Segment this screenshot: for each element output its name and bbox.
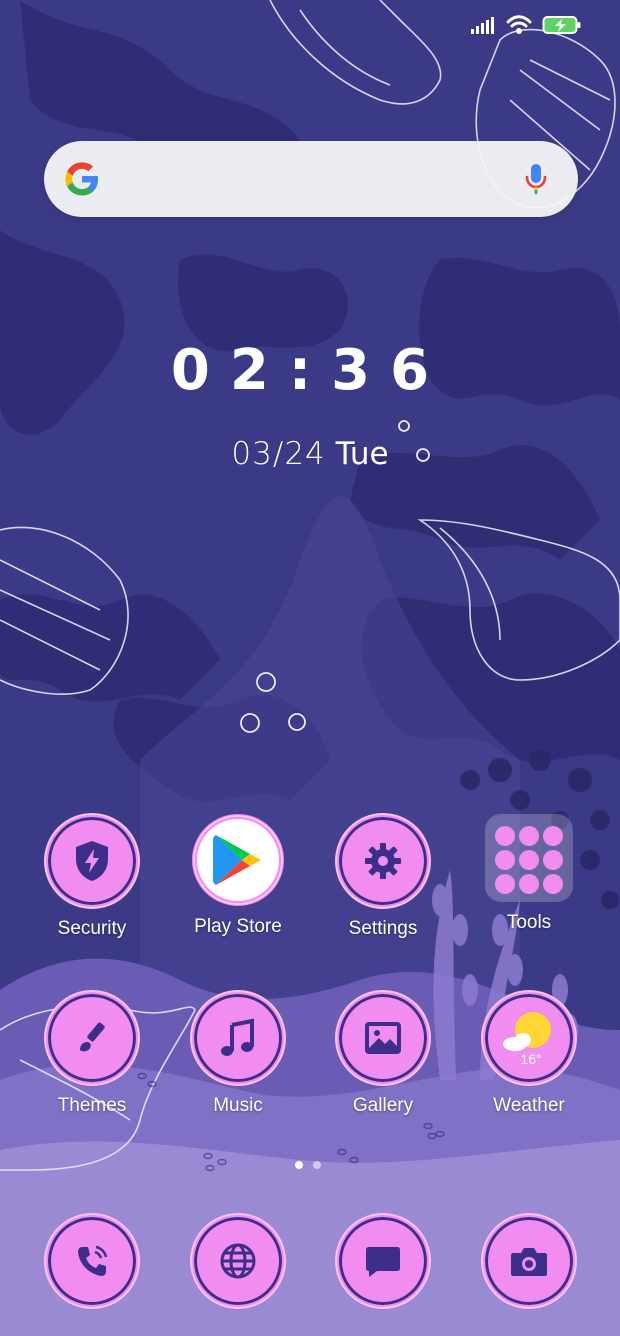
signal-icon bbox=[471, 17, 494, 34]
app-label: Themes bbox=[57, 1095, 127, 1116]
globe-icon bbox=[220, 1243, 256, 1279]
date-label[interactable]: 03/24 Tue bbox=[0, 436, 620, 472]
app-label: Music bbox=[213, 1095, 263, 1116]
app-label: Settings bbox=[348, 918, 418, 939]
mini-app-icon bbox=[519, 826, 539, 846]
app-music[interactable]: Music bbox=[168, 990, 308, 1117]
play-store-app-icon bbox=[192, 814, 284, 906]
music-note-icon bbox=[221, 1018, 254, 1056]
folder-tools[interactable]: Tools bbox=[459, 814, 599, 934]
shield-bolt-icon bbox=[76, 841, 108, 881]
app-security[interactable]: Security bbox=[22, 813, 162, 940]
message-icon bbox=[366, 1247, 400, 1277]
dock-phone[interactable] bbox=[22, 1213, 162, 1309]
weekday-value: Tue bbox=[335, 436, 389, 472]
paintbrush-icon bbox=[80, 1022, 105, 1052]
app-label: Weather bbox=[493, 1095, 565, 1116]
security-app-icon bbox=[44, 813, 140, 909]
wifi-icon bbox=[506, 15, 532, 34]
app-label: Tools bbox=[506, 912, 552, 933]
google-g-icon bbox=[65, 162, 98, 196]
camera-app-icon bbox=[481, 1213, 577, 1309]
phone-icon bbox=[78, 1245, 108, 1276]
settings-app-icon bbox=[335, 813, 431, 909]
browser-app-icon bbox=[190, 1213, 286, 1309]
microphone-icon[interactable] bbox=[524, 162, 548, 196]
mini-app-icon bbox=[495, 874, 515, 894]
clock-widget[interactable]: 02:36 bbox=[0, 338, 620, 403]
app-label: Play Store bbox=[194, 916, 282, 937]
battery-charging-icon bbox=[542, 16, 581, 34]
mini-app-icon bbox=[543, 826, 563, 846]
google-search-bar[interactable] bbox=[44, 141, 578, 217]
themes-app-icon bbox=[44, 990, 140, 1086]
mini-app-icon bbox=[519, 850, 539, 870]
page-dot[interactable] bbox=[313, 1161, 321, 1169]
weather-icon: 16° bbox=[503, 1012, 551, 1067]
page-indicator bbox=[295, 1161, 321, 1169]
page-dot-active[interactable] bbox=[295, 1161, 303, 1169]
app-weather[interactable]: 16° Weather bbox=[459, 990, 599, 1117]
folder-icon bbox=[485, 814, 573, 902]
app-themes[interactable]: Themes bbox=[22, 990, 162, 1117]
dock-messages[interactable] bbox=[313, 1213, 453, 1309]
app-gallery[interactable]: Gallery bbox=[313, 990, 453, 1117]
weather-temp: 16° bbox=[520, 1051, 541, 1067]
mini-app-icon bbox=[519, 874, 539, 894]
app-label: Gallery bbox=[352, 1095, 414, 1116]
music-app-icon bbox=[190, 990, 286, 1086]
image-icon bbox=[365, 1022, 401, 1054]
dock-camera[interactable] bbox=[459, 1213, 599, 1309]
phone-app-icon bbox=[44, 1213, 140, 1309]
mini-app-icon bbox=[495, 850, 515, 870]
messages-app-icon bbox=[335, 1213, 431, 1309]
weather-app-icon: 16° bbox=[481, 990, 577, 1086]
app-settings[interactable]: Settings bbox=[313, 813, 453, 940]
mini-app-icon bbox=[543, 850, 563, 870]
camera-icon bbox=[511, 1248, 547, 1276]
gallery-app-icon bbox=[335, 990, 431, 1086]
play-store-icon bbox=[213, 835, 261, 885]
app-play-store[interactable]: Play Store bbox=[168, 814, 308, 938]
app-label: Security bbox=[57, 918, 127, 939]
mini-app-icon bbox=[543, 874, 563, 894]
dock-browser[interactable] bbox=[168, 1213, 308, 1309]
status-bar bbox=[470, 14, 582, 36]
date-value: 03/24 bbox=[231, 436, 326, 472]
mini-app-icon bbox=[495, 826, 515, 846]
gear-icon bbox=[365, 843, 401, 879]
